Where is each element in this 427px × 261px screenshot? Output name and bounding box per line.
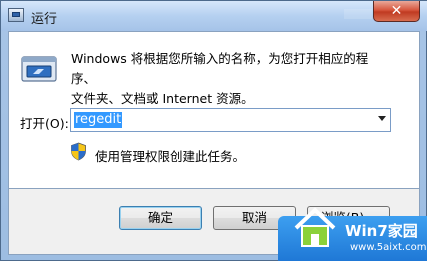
run-app-icon [8, 8, 24, 22]
open-input-value[interactable]: regedit [74, 112, 123, 128]
shield-icon [71, 142, 86, 161]
house-logo-icon [294, 207, 336, 247]
ok-button[interactable]: 确定 [119, 206, 202, 230]
dialog-description: Windows 将根据您所输入的名称，为您打开相应的程序、 文件夹、文档或 In… [71, 49, 391, 109]
description-line-2: 文件夹、文档或 Internet 资源。 [71, 91, 254, 106]
maximize-ghost [344, 9, 372, 19]
window-title: 运行 [31, 12, 58, 27]
description-line-1: Windows 将根据您所输入的名称，为您打开相应的程序、 [71, 51, 369, 86]
run-icon [21, 56, 57, 82]
open-combobox[interactable]: regedit [70, 108, 391, 132]
open-label: 打开(O): [20, 116, 69, 131]
watermark-title: Win7家园 [345, 222, 418, 240]
admin-note: 使用管理权限创建此任务。 [95, 149, 246, 164]
dropdown-arrow-icon[interactable] [378, 116, 386, 121]
watermark-url: www.5aixt.com [350, 242, 427, 253]
close-icon: ✕ [390, 3, 403, 19]
close-button[interactable]: ✕ [373, 1, 420, 22]
title-bar[interactable]: 运行 ✕ [1, 1, 427, 31]
